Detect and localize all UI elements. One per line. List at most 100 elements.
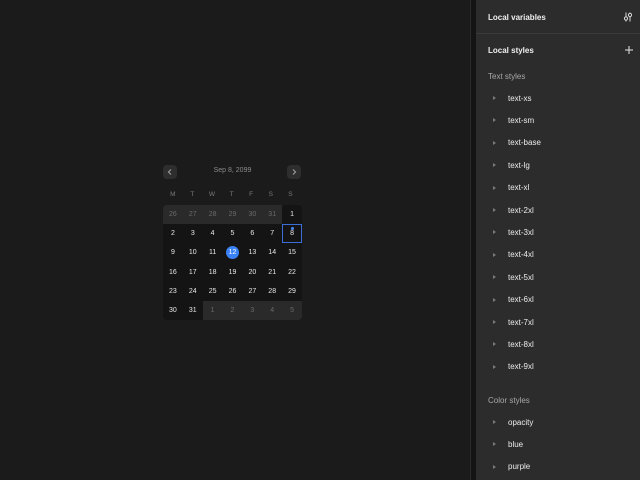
calendar-day[interactable]: 16 [163,263,183,282]
calendar-day[interactable]: 11 [203,243,223,262]
calendar-day[interactable]: 13 [242,243,262,262]
calendar-day[interactable]: 28 [202,205,223,225]
calendar-day[interactable]: 3 [183,224,203,243]
calendar-day[interactable]: 22 [282,263,302,282]
calendar-day[interactable]: 31 [262,205,283,225]
style-item[interactable]: purple [488,460,634,474]
calendar-day[interactable]: 19 [223,263,243,282]
day-number: 3 [190,230,195,238]
style-item[interactable]: text-9xl [488,360,634,374]
caret-right-icon[interactable] [493,252,500,257]
style-name: text-4xl [508,250,534,260]
day-number: 5 [290,306,295,314]
calendar-day[interactable]: 5 [282,300,302,320]
style-name: text-5xl [508,272,534,282]
day-number: 2 [230,306,235,314]
caret-right-icon[interactable] [493,464,500,469]
plus-icon[interactable] [624,45,634,55]
day-number: 31 [268,211,277,219]
calendar-day[interactable]: 9 [163,243,183,262]
next-month-button[interactable] [287,165,301,179]
style-item[interactable]: text-sm [488,113,634,127]
calendar-day[interactable]: 4 [203,224,223,243]
style-item[interactable]: text-xl [488,181,634,195]
caret-right-icon[interactable] [493,208,500,212]
calendar-day[interactable]: 30 [242,205,263,225]
style-name: text-xl [508,183,530,193]
style-name: blue [508,439,524,449]
calendar-day[interactable]: 1 [202,300,223,320]
day-number: 4 [270,306,275,314]
style-item[interactable]: text-lg [488,158,634,172]
day-number: 18 [208,268,217,276]
calendar-day[interactable]: 6 [242,224,262,243]
calendar-day[interactable]: 10 [183,243,203,262]
calendar-day[interactable]: 18 [203,263,223,282]
caret-right-icon[interactable] [493,420,500,424]
style-item[interactable]: text-6xl [488,293,634,307]
calendar-day[interactable]: 26 [223,282,243,301]
calendar-day[interactable]: 7 [262,224,282,243]
style-name: text-lg [508,160,530,170]
style-item[interactable]: text-5xl [488,270,634,284]
style-item[interactable]: text-base [488,136,634,150]
caret-right-icon[interactable] [493,185,500,190]
style-item[interactable]: blue [488,437,634,451]
style-item[interactable]: text-xs [488,91,634,105]
calendar-day[interactable]: 26 [163,205,183,225]
day-number: 30 [169,306,177,314]
calendar-day[interactable]: 4 [262,300,283,320]
calendar-day[interactable]: 27 [242,282,262,301]
caret-right-icon[interactable] [493,342,500,347]
caret-right-icon[interactable] [493,320,500,324]
caret-right-icon[interactable] [493,96,500,100]
caret-right-icon[interactable] [493,442,500,447]
day-number: 6 [250,230,255,238]
color-styles-label: Color styles [488,396,530,405]
calendar-day[interactable]: 27 [182,205,203,225]
calendar-day[interactable]: 17 [183,263,203,282]
calendar-day[interactable]: 29 [222,205,243,225]
calendar-day[interactable]: 23 [163,282,183,301]
style-item[interactable]: opacity [488,415,634,429]
caret-right-icon[interactable] [493,364,500,369]
calendar-day[interactable]: 25 [203,282,223,301]
style-item[interactable]: text-3xl [488,225,634,239]
event-dot [290,227,294,231]
calendar-day[interactable]: 24 [183,282,203,301]
calendar-day[interactable]: 29 [282,282,302,301]
style-item[interactable]: text-7xl [488,315,634,329]
calendar-day[interactable]: 3 [242,300,263,320]
calendar-day[interactable]: 31 [183,301,203,320]
caret-right-icon[interactable] [493,140,500,145]
calendar-day[interactable]: 30 [163,301,183,320]
local-variables-header[interactable]: Local variables [488,10,634,24]
sliders-icon[interactable] [622,11,634,23]
calendar-day[interactable]: 12 [223,243,243,262]
style-item[interactable]: text-2xl [488,203,634,217]
calendar-day[interactable]: 28 [262,282,282,301]
day-number: 28 [268,287,277,295]
calendar-day[interactable]: 20 [242,263,262,282]
day-number: 8 [290,230,295,238]
calendar-day[interactable]: 8 [282,224,302,244]
calendar-day[interactable]: 2 [222,300,243,320]
day-grid: 26 27 28 29 30 31 1 2 3 4 5 6 7 8 9 10 11 12 13 14 15 16 17 18 1… [163,205,302,320]
caret-right-icon[interactable] [493,118,500,123]
calendar-day[interactable]: 21 [262,263,282,282]
caret-right-icon[interactable] [493,163,500,168]
day-number: 27 [188,211,197,219]
calendar-day[interactable]: 14 [262,243,282,262]
calendar-day[interactable]: 1 [282,205,302,224]
caret-right-icon[interactable] [493,230,500,235]
style-item[interactable]: text-8xl [488,337,634,351]
calendar-day[interactable]: 2 [163,224,183,243]
canvas[interactable]: Sep 8, 2099 M T W T F S S 26 27 28 29 30 31 1 2… [0,0,470,480]
day-number: 3 [250,306,255,314]
calendar-day[interactable]: 5 [223,224,243,243]
caret-right-icon[interactable] [493,275,500,280]
day-number: 10 [188,249,197,257]
caret-right-icon[interactable] [493,297,500,302]
calendar-day[interactable]: 15 [282,243,302,262]
style-item[interactable]: text-4xl [488,248,634,262]
